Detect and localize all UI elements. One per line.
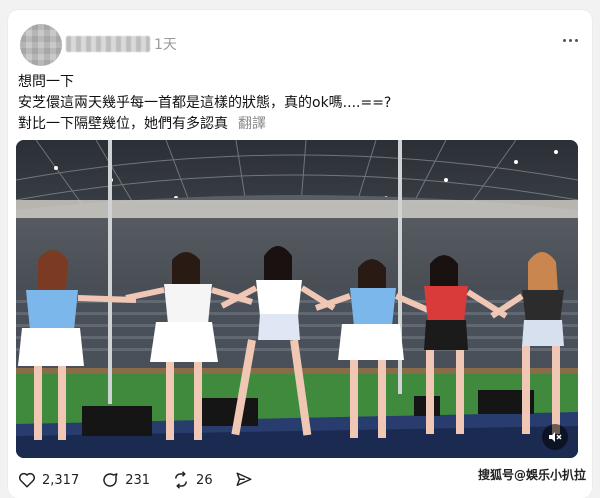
- share-button[interactable]: [235, 471, 259, 489]
- repost-icon: [175, 471, 188, 489]
- translate-link[interactable]: 翻譯: [238, 116, 266, 132]
- watermark: 搜狐号@娛乐小扒拉: [477, 468, 586, 482]
- post-line-1: 想問一下: [18, 74, 74, 90]
- volume-mute-icon[interactable]: [542, 424, 568, 450]
- like-button[interactable]: 2,317: [18, 471, 79, 489]
- comment-icon: [103, 473, 118, 487]
- post-time: 1天: [154, 37, 177, 53]
- like-count: 2,317: [42, 472, 80, 488]
- post-line-3: 對比一下隔壁幾位，她們有多認真 翻譯: [18, 114, 578, 135]
- video-player[interactable]: [16, 140, 578, 458]
- repost-count: 26: [196, 472, 213, 488]
- heart-icon: [18, 472, 36, 488]
- username-blurred[interactable]: [66, 36, 150, 52]
- video-frame: [16, 140, 578, 458]
- action-bar: 2,317 231 26: [18, 468, 281, 492]
- comment-count: 231: [125, 472, 151, 488]
- comment-button[interactable]: 231: [101, 471, 150, 489]
- post-line-2: 安芝儇這兩天幾乎每一首都是這樣的狀態，真的ok嗎....==?: [18, 95, 392, 111]
- more-dots-icon[interactable]: [558, 30, 582, 50]
- post-text: 想問一下 安芝儇這兩天幾乎每一首都是這樣的狀態，真的ok嗎....==? 對比一…: [18, 72, 578, 135]
- post-line-3-text: 對比一下隔壁幾位，她們有多認真: [18, 116, 228, 132]
- post-card: 1天 想問一下 安芝儇這兩天幾乎每一首都是這樣的狀態，真的ok嗎....==? …: [8, 10, 592, 498]
- repost-button[interactable]: 26: [172, 471, 213, 489]
- send-icon: [236, 472, 252, 486]
- avatar[interactable]: [20, 24, 62, 66]
